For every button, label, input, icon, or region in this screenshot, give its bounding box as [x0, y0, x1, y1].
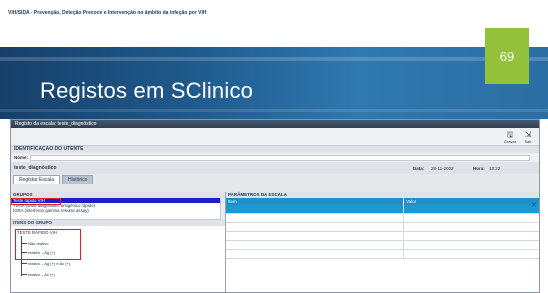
groups-list: Teste rápido VIH TDAR (teste diagnóstico… [11, 198, 225, 220]
highlight-box [15, 229, 81, 260]
right-pane: PARÂMETROS DA ESCALA Item Valor ✕ [226, 192, 539, 292]
table-cell [404, 250, 539, 258]
disk-icon: 🖫 [506, 130, 514, 139]
exit-button[interactable]: ⇲ Sair [521, 130, 535, 145]
name-label: Nome: [14, 155, 29, 160]
column-header-item[interactable]: Item [226, 198, 404, 205]
table-cell [226, 205, 404, 213]
sclinico-window: Registo da escala: teste_diagnóstico 🖫 G… [10, 119, 540, 293]
date-label: Data: [413, 165, 425, 171]
slide-title: Registos em SClinico [40, 78, 254, 103]
table-cell [226, 232, 404, 240]
date-value: 28-11-2022 [431, 165, 454, 171]
window-title: Registo da escala: teste_diagnóstico [11, 120, 539, 128]
table-cell [226, 223, 404, 231]
table-row[interactable] [226, 232, 539, 241]
table-row[interactable] [226, 250, 539, 259]
time-label: Hora: [473, 165, 485, 171]
tree-node[interactable]: reativo – Ac (+) [28, 272, 55, 277]
table-row[interactable] [226, 241, 539, 250]
time-value: 13:22 [489, 165, 501, 171]
tree-connector [21, 274, 27, 275]
scale-name: teste_diagnóstico [14, 165, 57, 171]
table-cell [226, 250, 404, 258]
slide-number: 69 [485, 28, 529, 84]
document-header: VIH/SIDA - Prevenção, Deteção Precoce e … [8, 10, 207, 16]
table-cell [404, 241, 539, 249]
table-cell [404, 232, 539, 240]
tab-bar: Registar Escala Histórico [11, 174, 539, 184]
table-row[interactable] [226, 214, 539, 223]
group-item-igra[interactable]: IGRA (interferon gamma release assay) [12, 208, 225, 213]
name-row: Nome: [11, 153, 539, 162]
highlight-box [11, 198, 61, 205]
scale-row: teste_diagnóstico Data: 28-11-2022 Hora:… [11, 162, 539, 174]
save-label: Gravar [503, 139, 517, 144]
close-icon[interactable]: ✕ [531, 201, 537, 209]
left-pane: GRUPOS Teste rápido VIH TDAR (teste diag… [11, 192, 226, 292]
exit-label: Sair [524, 139, 532, 144]
tree-node[interactable]: reativo – Ag (+) e Ac (+) [28, 261, 70, 266]
table-cell [404, 205, 539, 213]
name-field[interactable] [30, 154, 530, 161]
patient-section-title: IDENTIFICAÇÃO DO UTENTE [11, 146, 539, 153]
tab-registar-escala[interactable]: Registar Escala [13, 175, 61, 184]
table-cell [404, 214, 539, 222]
group-items-tree: TESTE RÁPIDO VIH Não reativo reativo – A… [11, 226, 225, 292]
content-area: GRUPOS Teste rápido VIH TDAR (teste diag… [11, 192, 539, 292]
exit-icon: ⇲ [524, 130, 532, 139]
table-cell [226, 241, 404, 249]
tab-historico[interactable]: Histórico [62, 175, 94, 184]
table-row[interactable] [226, 205, 539, 214]
toolbar: 🖫 Gravar ⇲ Sair [11, 128, 539, 146]
table-cell [226, 214, 404, 222]
column-header-value[interactable]: Valor [404, 198, 539, 205]
table-cell [404, 223, 539, 231]
scrollbar[interactable] [220, 198, 225, 220]
tree-connector [21, 263, 27, 264]
table-row[interactable] [226, 223, 539, 232]
save-button[interactable]: 🖫 Gravar [503, 130, 517, 145]
parameters-table-header: Item Valor [226, 198, 539, 205]
